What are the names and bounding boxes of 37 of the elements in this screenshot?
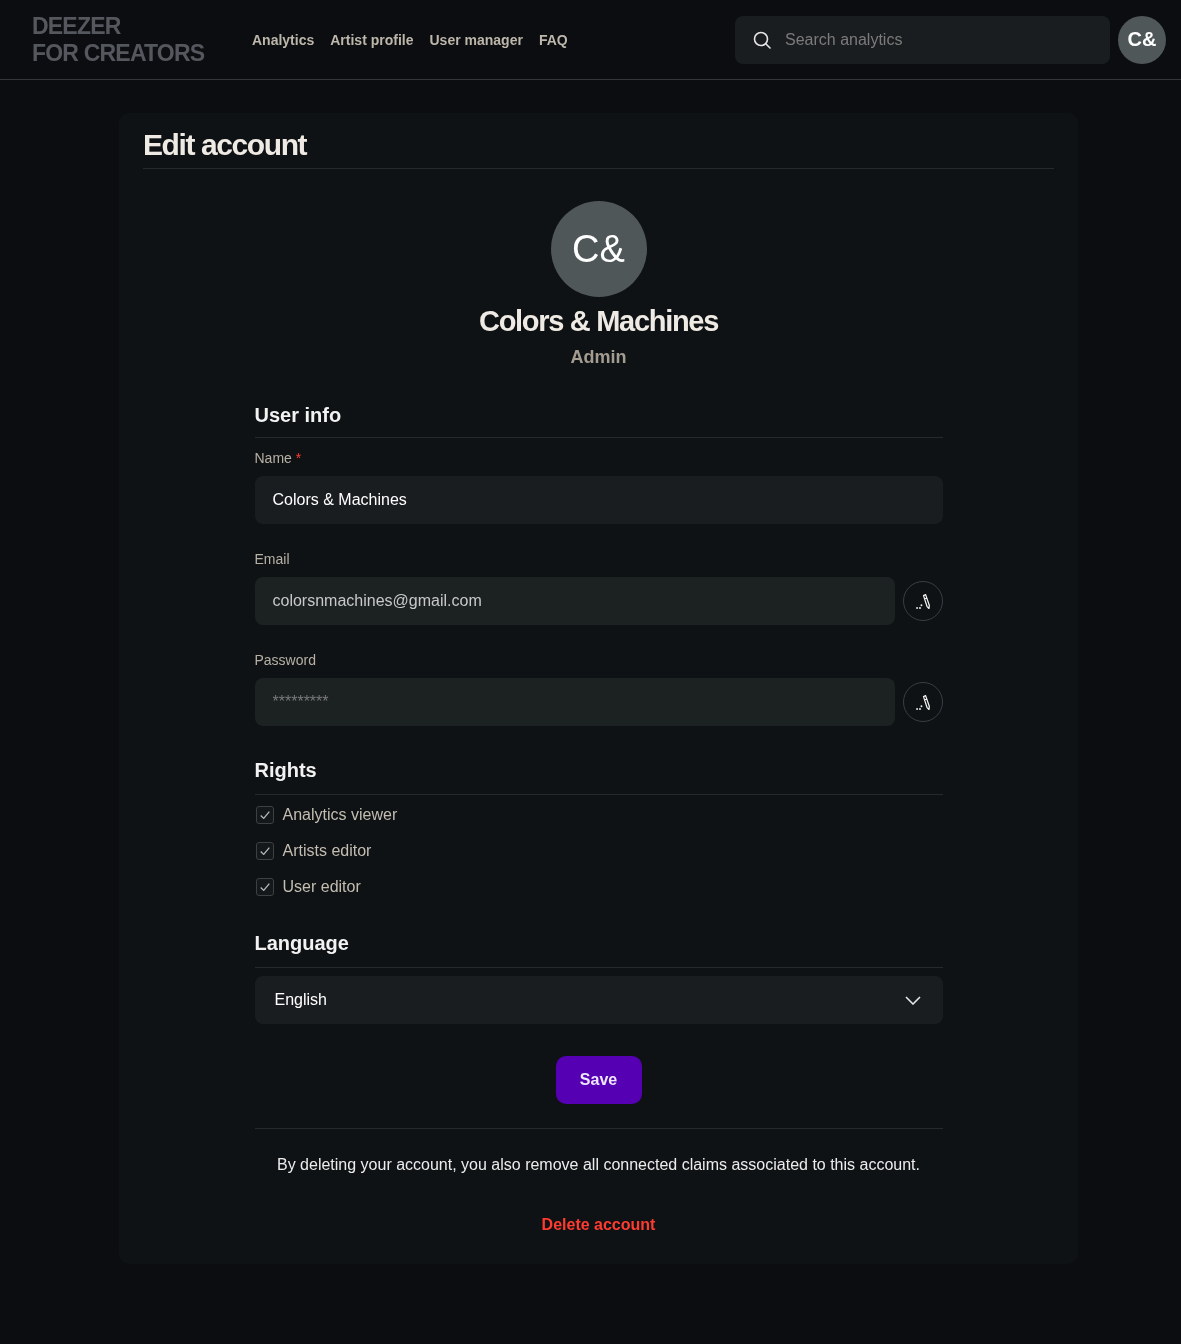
nav-link[interactable]: Analytics — [252, 31, 315, 48]
input-field[interactable]: Colors & Machines — [254, 476, 943, 524]
checkbox[interactable] — [255, 878, 274, 896]
section-heading: Language — [254, 931, 349, 956]
search-icon — [753, 30, 771, 49]
section-heading: User info — [254, 403, 342, 428]
checkbox-label: User editor — [282, 878, 361, 896]
delete-account-link[interactable]: Delete account — [541, 1213, 656, 1237]
section-heading: Rights — [254, 758, 317, 783]
pencil-icon — [915, 694, 930, 710]
nav-link[interactable]: FAQ — [538, 31, 568, 48]
input-field[interactable]: colorsnmachines@gmail.com — [254, 577, 895, 625]
nav-link[interactable]: User manager — [429, 31, 523, 48]
required-mark: * — [295, 449, 302, 468]
field-label: Email — [254, 550, 290, 569]
checkbox-label: Analytics viewer — [282, 806, 398, 824]
page-title: Edit account — [143, 127, 307, 163]
search-field[interactable]: Search analytics — [735, 15, 1110, 64]
save-button[interactable]: Save — [555, 1056, 642, 1104]
checkbox-label: Artists editor — [282, 842, 372, 860]
user-avatar[interactable]: C& — [1118, 15, 1166, 64]
chevron-down-icon — [904, 995, 921, 1005]
nav-link[interactable]: Artist profile — [330, 31, 414, 48]
check-icon — [259, 811, 270, 819]
pencil-icon — [915, 593, 930, 609]
profile-role: Admin — [570, 346, 627, 369]
field-label: Password — [254, 651, 316, 670]
field-label: Name — [254, 449, 292, 468]
check-icon — [259, 883, 270, 891]
delete-notice: By deleting your account, you also remove all connected claims associated to this account. — [276, 1155, 921, 1175]
input-field[interactable]: ********* — [254, 678, 895, 726]
profile-name: Colors & Machines — [479, 304, 718, 339]
language-select[interactable]: English — [254, 976, 943, 1024]
checkbox[interactable] — [255, 806, 274, 824]
checkbox[interactable] — [255, 842, 274, 860]
profile-avatar: C& — [550, 201, 647, 297]
check-icon — [259, 847, 270, 855]
